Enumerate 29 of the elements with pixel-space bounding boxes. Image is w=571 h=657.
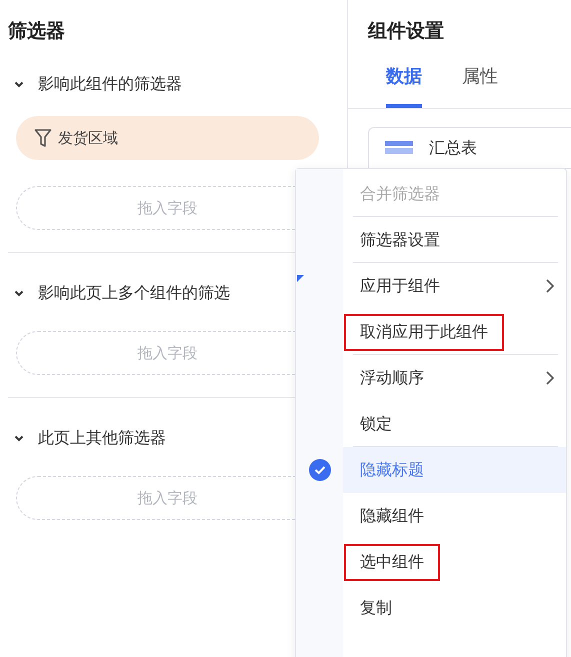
menu-item[interactable]: 隐藏组件 xyxy=(343,493,566,539)
chip-label: 发货区域 xyxy=(58,128,118,148)
menu-item-label: 筛选器设置 xyxy=(359,228,441,250)
component-name: 汇总表 xyxy=(429,138,477,158)
menu-item[interactable]: 浮动顺序 xyxy=(343,355,566,401)
menu-item-label: 选中组件 xyxy=(344,544,440,580)
menu-item-label: 锁定 xyxy=(359,412,393,434)
menu-item[interactable]: 复制 xyxy=(343,585,566,631)
table-icon xyxy=(385,141,413,155)
section-title: 影响此组件的筛选器 xyxy=(38,74,182,94)
tab[interactable]: 数据 xyxy=(386,64,422,108)
tab[interactable]: 属性 xyxy=(462,64,498,108)
menu-item-label: 复制 xyxy=(359,596,393,618)
panel-title: 组件设置 xyxy=(368,19,445,44)
section-title: 此页上其他筛选器 xyxy=(38,428,166,448)
section-header[interactable]: 影响此组件的筛选器 xyxy=(8,72,347,96)
menu-item-label: 隐藏组件 xyxy=(359,504,425,526)
filter-chip[interactable]: 发货区域 xyxy=(16,116,319,160)
menu-item[interactable]: 隐藏标题 xyxy=(343,447,566,493)
menu-item-label: 隐藏标题 xyxy=(359,458,425,480)
menu-item-label: 浮动顺序 xyxy=(359,366,425,388)
corner-marker-icon xyxy=(297,275,304,282)
panel-title: 筛选器 xyxy=(8,19,66,44)
section-title: 影响此页上多个组件的筛选 xyxy=(38,282,230,304)
menu-item-label: 应用于组件 xyxy=(359,274,441,296)
menu-item-label: 合并筛选器 xyxy=(359,182,441,204)
menu-item[interactable]: 选中组件 xyxy=(343,539,566,585)
filter-icon xyxy=(34,128,52,148)
menu-item-label: 取消应用于此组件 xyxy=(344,314,504,350)
